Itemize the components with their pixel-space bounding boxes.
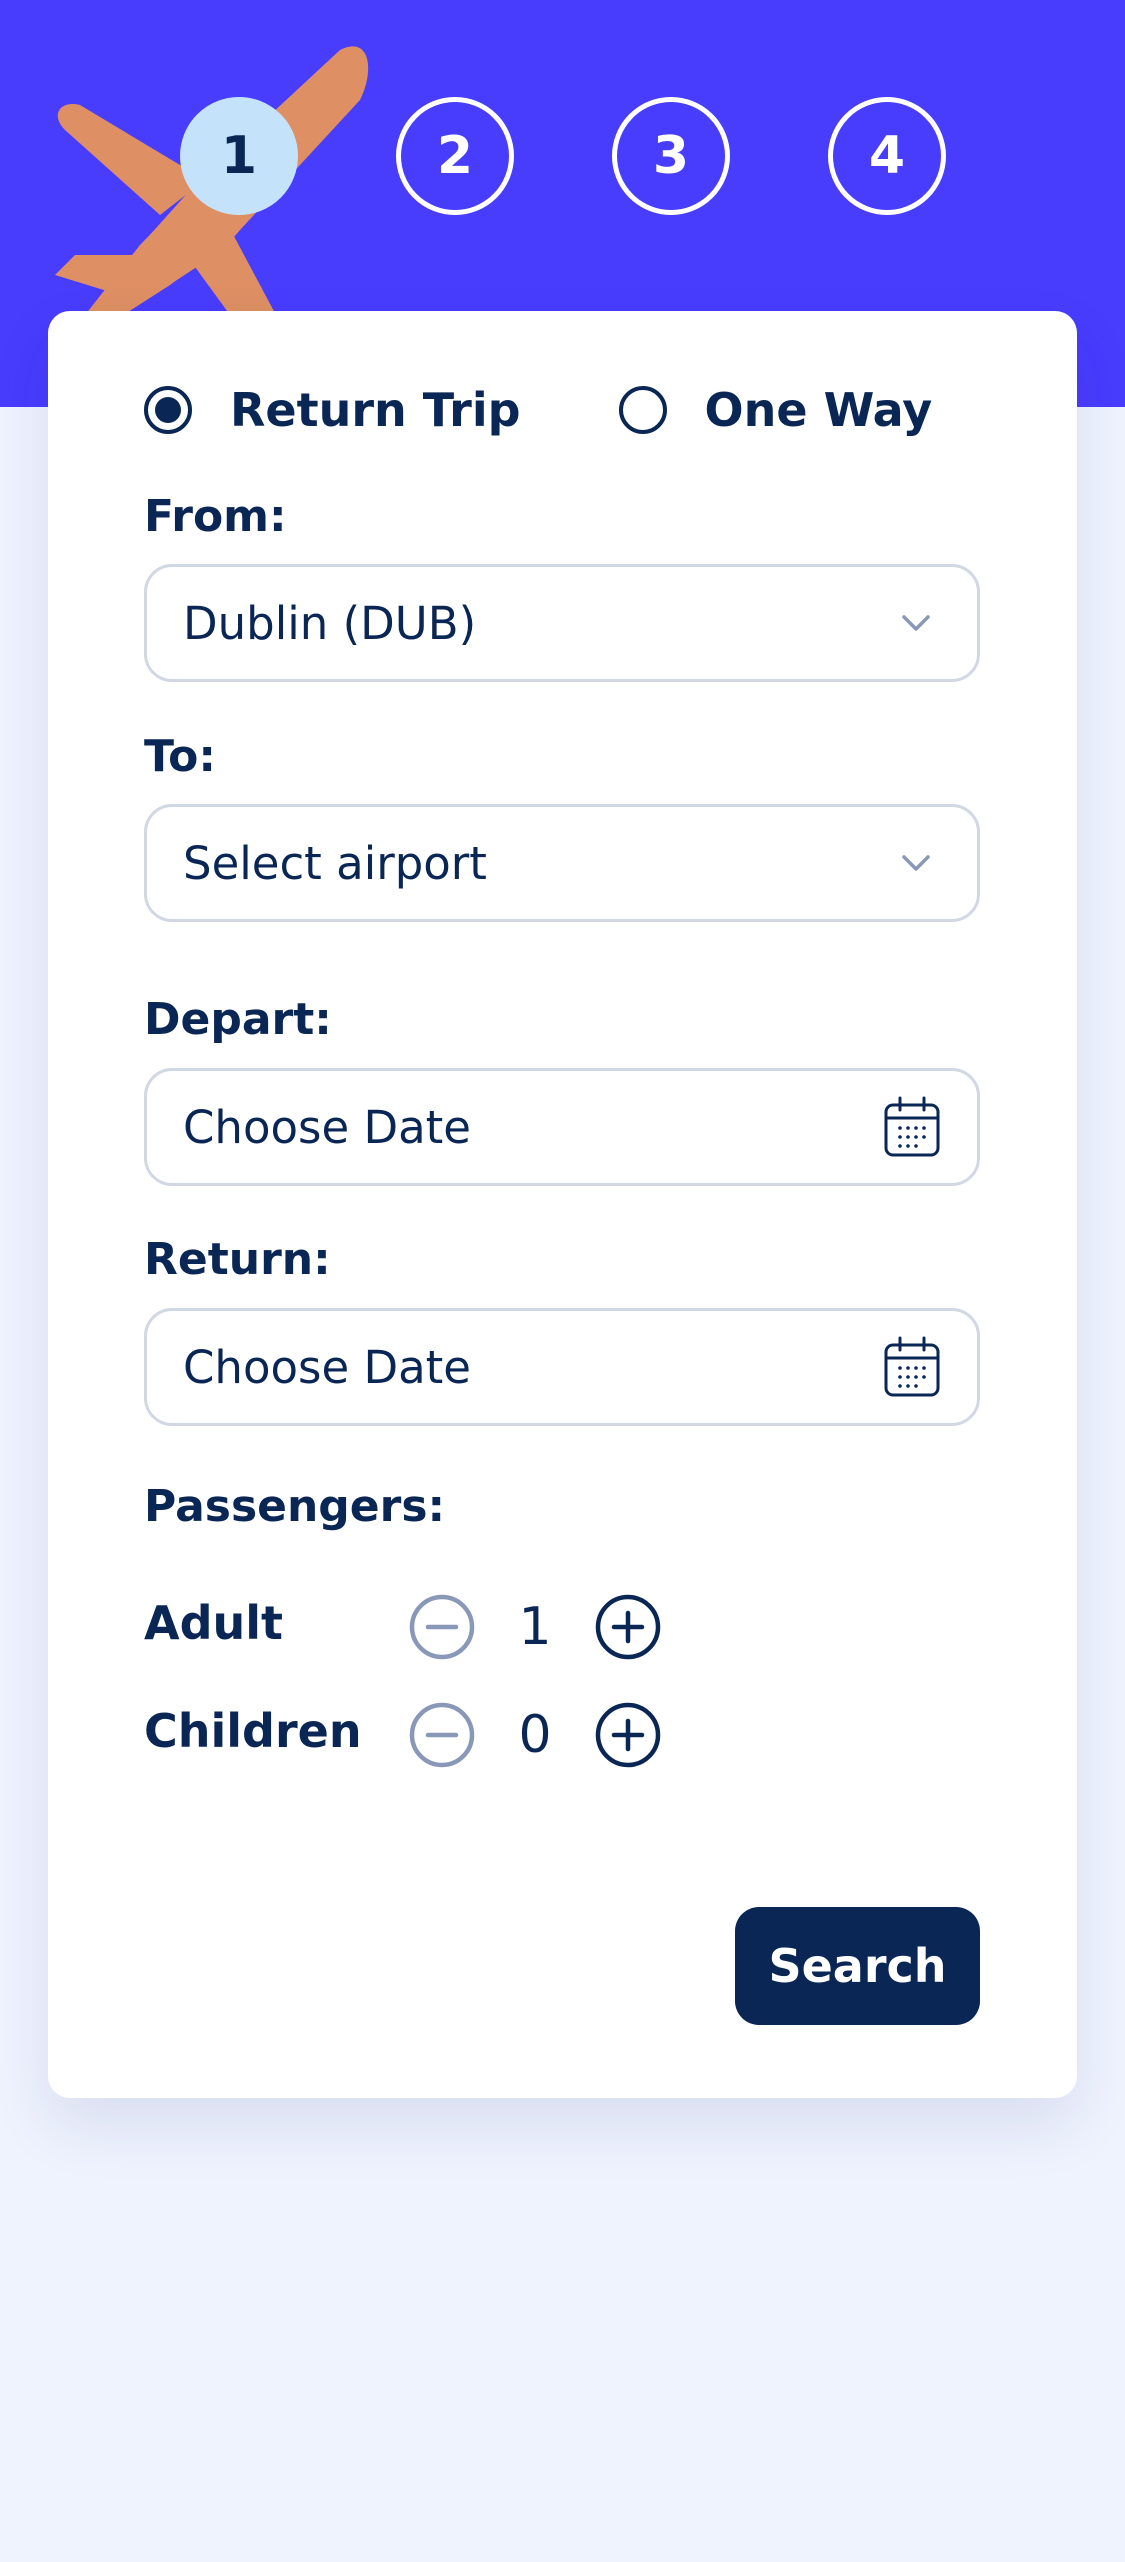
to-label: To: (144, 731, 216, 782)
from-select[interactable]: Dublin (DUB) (144, 564, 980, 682)
from-label: From: (144, 491, 287, 542)
from-value: Dublin (DUB) (183, 596, 477, 650)
step-3[interactable]: 3 (612, 97, 730, 215)
return-trip-radio[interactable] (144, 386, 192, 434)
calendar-icon[interactable] (883, 1336, 941, 1398)
minus-icon[interactable] (408, 1593, 476, 1661)
return-date-field[interactable]: Choose Date (144, 1308, 980, 1426)
children-stepper: 0 (408, 1701, 662, 1769)
children-count: 0 (518, 1705, 552, 1765)
return-label: Return: (144, 1234, 331, 1285)
trip-type-group: Return Trip One Way (144, 383, 932, 437)
children-label: Children (144, 1704, 362, 1758)
booking-form-card: Return Trip One Way From: Dublin (DUB) T… (48, 311, 1077, 2098)
chevron-down-icon (902, 615, 930, 631)
depart-label: Depart: (144, 994, 332, 1045)
depart-date-field[interactable]: Choose Date (144, 1068, 980, 1186)
plus-icon[interactable] (594, 1701, 662, 1769)
one-way-radio[interactable] (618, 386, 667, 434)
depart-value: Choose Date (183, 1100, 471, 1154)
to-value: Select airport (183, 836, 487, 890)
one-way-label[interactable]: One Way (705, 383, 933, 437)
passengers-heading: Passengers: (144, 1481, 446, 1532)
chevron-down-icon (902, 855, 930, 871)
to-select[interactable]: Select airport (144, 804, 980, 922)
adult-label: Adult (144, 1596, 284, 1650)
minus-icon[interactable] (408, 1701, 476, 1769)
search-button[interactable]: Search (735, 1907, 980, 2025)
return-trip-label[interactable]: Return Trip (230, 383, 521, 437)
return-value: Choose Date (183, 1340, 471, 1394)
step-4[interactable]: 4 (828, 97, 946, 215)
plus-icon[interactable] (594, 1593, 662, 1661)
step-2[interactable]: 2 (396, 97, 514, 215)
radio-selected-dot (155, 397, 181, 423)
calendar-icon[interactable] (883, 1096, 941, 1158)
adult-stepper: 1 (408, 1593, 662, 1661)
adult-count: 1 (518, 1597, 552, 1657)
step-1[interactable]: 1 (180, 97, 298, 215)
